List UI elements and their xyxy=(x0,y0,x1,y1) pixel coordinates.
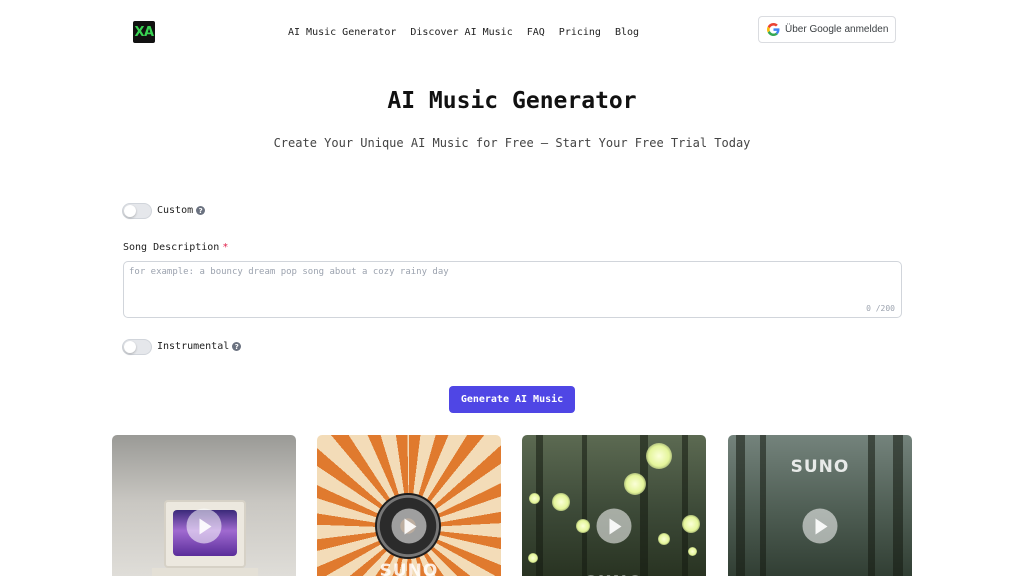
glow-orb xyxy=(528,553,538,563)
play-icon[interactable] xyxy=(802,508,838,544)
custom-label: Custom xyxy=(157,205,194,216)
glow-orb xyxy=(624,473,646,495)
glow-orb xyxy=(529,493,540,504)
instrumental-toggle-label-group: Instrumental ? xyxy=(157,341,242,352)
play-icon[interactable] xyxy=(186,508,222,544)
instrumental-help-icon[interactable]: ? xyxy=(232,342,242,351)
char-counter: 0 /200 xyxy=(866,304,895,313)
suno-watermark: SUNO xyxy=(790,457,850,477)
google-sign-in-label: Über Google anmelden xyxy=(785,24,889,35)
page-title: AI Music Generator xyxy=(387,88,637,114)
nav-blog[interactable]: Blog xyxy=(615,27,639,38)
glow-orb xyxy=(658,533,670,545)
google-sign-in-button[interactable]: Über Google anmelden xyxy=(758,16,896,43)
song-description-input[interactable] xyxy=(124,262,901,317)
page-subtitle: Create Your Unique AI Music for Free – S… xyxy=(273,136,751,150)
desk-image xyxy=(152,568,258,576)
custom-help-icon[interactable]: ? xyxy=(196,206,206,215)
music-card-3[interactable]: SUNO xyxy=(522,435,706,576)
main-nav: AI Music Generator Discover AI Music FAQ… xyxy=(288,27,639,38)
glow-orb xyxy=(682,515,700,533)
suno-watermark: SUNO xyxy=(379,561,439,576)
play-icon[interactable] xyxy=(391,508,427,544)
glow-orb xyxy=(552,493,570,511)
nav-pricing[interactable]: Pricing xyxy=(559,27,601,38)
glow-orb xyxy=(688,547,697,556)
site-logo[interactable]: XA xyxy=(133,21,155,43)
logo-text: XA xyxy=(134,24,154,40)
glow-orb xyxy=(576,519,590,533)
music-card-1[interactable] xyxy=(112,435,296,576)
song-description-label-text: Song Description xyxy=(123,242,220,253)
glow-orb xyxy=(646,443,672,469)
google-g-icon xyxy=(767,23,780,36)
custom-toggle[interactable] xyxy=(122,203,152,219)
generate-ai-music-button[interactable]: Generate AI Music xyxy=(449,386,575,413)
play-icon[interactable] xyxy=(596,508,632,544)
music-card-4[interactable]: SUNO xyxy=(728,435,912,576)
song-description-field-wrapper: 0 /200 xyxy=(123,261,902,318)
instrumental-label: Instrumental xyxy=(157,341,230,352)
nav-faq[interactable]: FAQ xyxy=(527,27,545,38)
custom-toggle-label-group: Custom ? xyxy=(157,205,206,216)
song-description-label: Song Description * xyxy=(123,242,228,253)
nav-discover-ai-music[interactable]: Discover AI Music xyxy=(410,27,512,38)
music-card-2[interactable]: SUNO xyxy=(317,435,501,576)
instrumental-toggle[interactable] xyxy=(122,339,152,355)
nav-ai-music-generator[interactable]: AI Music Generator xyxy=(288,27,396,38)
required-mark: * xyxy=(222,242,229,253)
